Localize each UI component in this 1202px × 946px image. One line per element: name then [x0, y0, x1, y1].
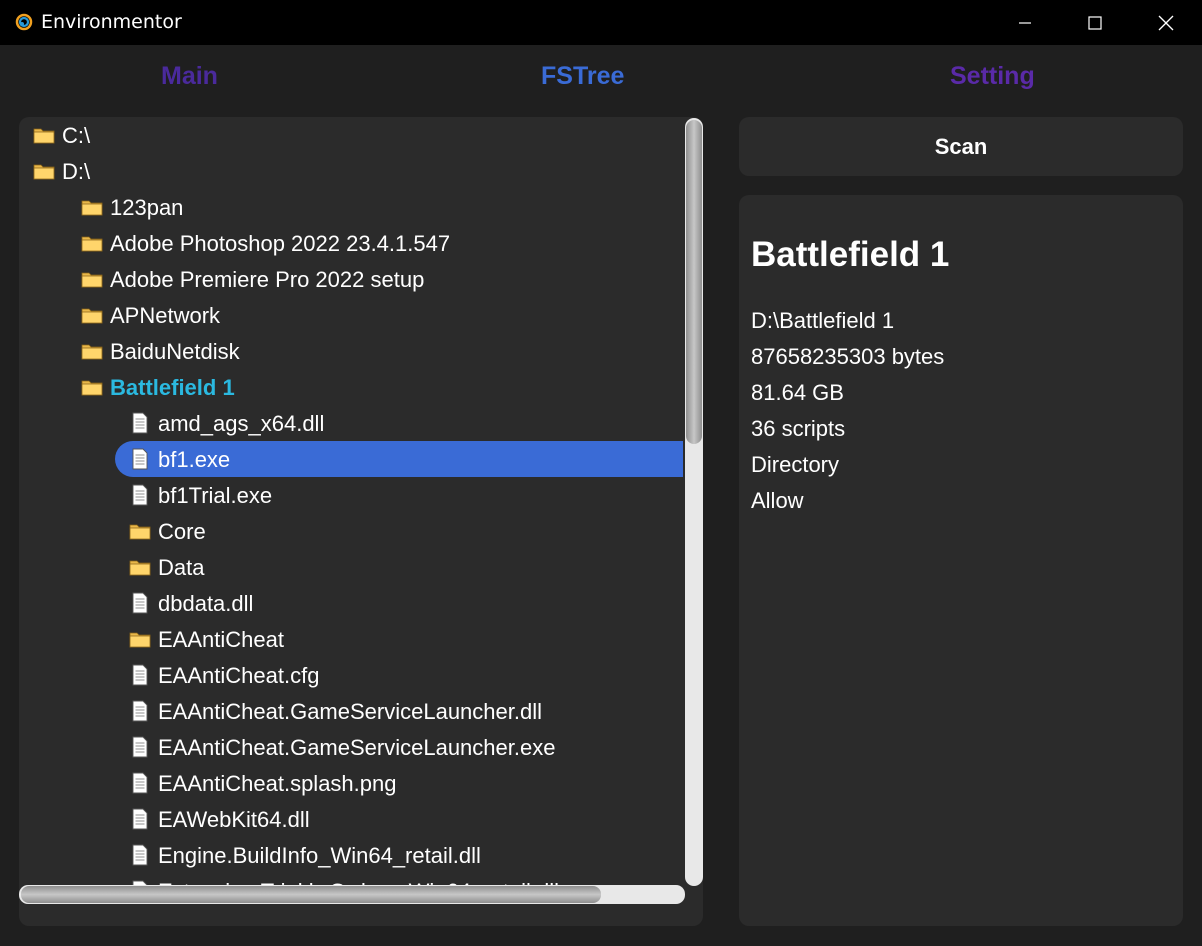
tree-folder-row[interactable]: APNetwork [19, 297, 683, 333]
folder-icon [81, 304, 103, 326]
file-tree-panel: C:\ D:\ 123pan Adobe Photoshop 2022 23.4.1.… [19, 117, 703, 926]
tree-item-label: dbdata.dll [158, 591, 254, 616]
file-icon [129, 736, 151, 758]
folder-icon [129, 556, 151, 578]
tree-folder-row[interactable]: Core [19, 513, 683, 549]
tree-file-row[interactable]: Extension.Trial.ly.Orders_Win64_retail.d… [19, 873, 683, 885]
tab-main[interactable]: Main [161, 62, 218, 91]
tree-item-label: APNetwork [110, 303, 221, 328]
file-icon [129, 448, 151, 470]
tree-item-label: Adobe Photoshop 2022 23.4.1.547 [110, 231, 451, 256]
folder-icon [81, 340, 103, 362]
tree-item-label: EAAntiCheat.GameServiceLauncher.exe [158, 735, 556, 760]
maximize-icon [1088, 15, 1102, 30]
file-icon [129, 484, 151, 506]
details-path: D:\Battlefield 1 [751, 308, 895, 333]
folder-icon [81, 232, 103, 254]
vertical-scrollbar-thumb[interactable] [686, 120, 702, 444]
tree-file-row[interactable]: amd_ags_x64.dll [19, 405, 683, 441]
tree-file-row[interactable]: Engine.BuildInfo_Win64_retail.dll [19, 837, 683, 873]
tree-item-label: Core [158, 519, 206, 544]
file-tree: C:\ D:\ 123pan Adobe Photoshop 2022 23.4.1.… [19, 117, 683, 885]
file-icon [129, 808, 151, 830]
tree-folder-row[interactable]: Data [19, 549, 683, 585]
tree-file-row[interactable]: EAAntiCheat.GameServiceLauncher.dll [19, 693, 683, 729]
file-icon [129, 772, 151, 794]
folder-icon [129, 628, 151, 650]
tree-item-label: Engine.BuildInfo_Win64_retail.dll [158, 843, 481, 868]
tree-folder-row[interactable]: D:\ [19, 153, 683, 189]
tree-item-label: Battlefield 1 [110, 375, 235, 400]
file-icon [129, 412, 151, 434]
folder-icon [129, 520, 151, 542]
tree-item-label: Data [158, 555, 205, 580]
details-scripts: 36 scripts [751, 416, 846, 441]
tree-item-label: C:\ [62, 123, 91, 148]
tree-item-label: BaiduNetdisk [110, 339, 240, 364]
folder-icon [33, 160, 55, 182]
tree-folder-row[interactable]: BaiduNetdisk [19, 333, 683, 369]
tree-item-label: amd_ags_x64.dll [158, 411, 325, 436]
maximize-button[interactable] [1060, 0, 1130, 45]
tree-item-label: D:\ [62, 159, 91, 184]
tab-fstree[interactable]: FSTree [541, 62, 624, 91]
tree-folder-row[interactable]: Adobe Photoshop 2022 23.4.1.547 [19, 225, 683, 261]
tab-setting[interactable]: Setting [950, 62, 1035, 91]
file-icon [129, 664, 151, 686]
tree-file-row[interactable]: EAAntiCheat.GameServiceLauncher.exe [19, 729, 683, 765]
tree-file-row[interactable]: bf1Trial.exe [19, 477, 683, 513]
file-icon [129, 592, 151, 614]
tree-item-label: bf1Trial.exe [158, 483, 273, 508]
details-permission: Allow [751, 488, 804, 513]
tree-item-label: 123pan [110, 195, 184, 220]
tree-folder-row[interactable]: Battlefield 1 [19, 369, 683, 405]
window-title: Environmentor [41, 11, 182, 33]
close-button[interactable] [1131, 0, 1201, 45]
scan-button[interactable]: Scan [739, 117, 1183, 176]
tree-item-label: EAAntiCheat.cfg [158, 663, 320, 688]
details-size: 81.64 GB [751, 380, 844, 405]
details-title: Battlefield 1 [751, 235, 950, 274]
horizontal-scrollbar-thumb[interactable] [21, 886, 601, 903]
close-icon [1158, 15, 1174, 30]
tree-item-label: Adobe Premiere Pro 2022 setup [110, 267, 425, 292]
tree-item-label: EAAntiCheat.GameServiceLauncher.dll [158, 699, 542, 724]
details-panel: Battlefield 1 D:\Battlefield 1 876582353… [739, 195, 1183, 926]
tree-file-row[interactable]: dbdata.dll [19, 585, 683, 621]
minimize-button[interactable] [990, 0, 1060, 45]
tree-folder-row[interactable]: 123pan [19, 189, 683, 225]
folder-icon [81, 196, 103, 218]
tree-file-row[interactable]: bf1.exe [19, 441, 683, 477]
title-bar: Environmentor [0, 0, 1202, 45]
tree-item-label: EAAntiCheat [158, 627, 284, 652]
tree-file-row[interactable]: EAAntiCheat.cfg [19, 657, 683, 693]
details-bytes: 87658235303 bytes [751, 344, 945, 369]
tree-folder-row[interactable]: C:\ [19, 117, 683, 153]
folder-icon [33, 124, 55, 146]
tree-item-label: EAAntiCheat.splash.png [158, 771, 397, 796]
tab-bar: Main FSTree Setting [0, 45, 1202, 115]
file-icon [129, 700, 151, 722]
folder-icon [81, 376, 103, 398]
tree-item-label: bf1.exe [158, 447, 231, 472]
tree-folder-row[interactable]: EAAntiCheat [19, 621, 683, 657]
tree-file-row[interactable]: EAAntiCheat.splash.png [19, 765, 683, 801]
details-kind: Directory [751, 452, 840, 477]
folder-icon [81, 268, 103, 290]
tree-file-row[interactable]: EAWebKit64.dll [19, 801, 683, 837]
app-logo-icon [15, 13, 33, 31]
tree-folder-row[interactable]: Adobe Premiere Pro 2022 setup [19, 261, 683, 297]
tree-item-label: EAWebKit64.dll [158, 807, 310, 832]
file-icon [129, 844, 151, 866]
minimize-icon [1019, 21, 1031, 24]
